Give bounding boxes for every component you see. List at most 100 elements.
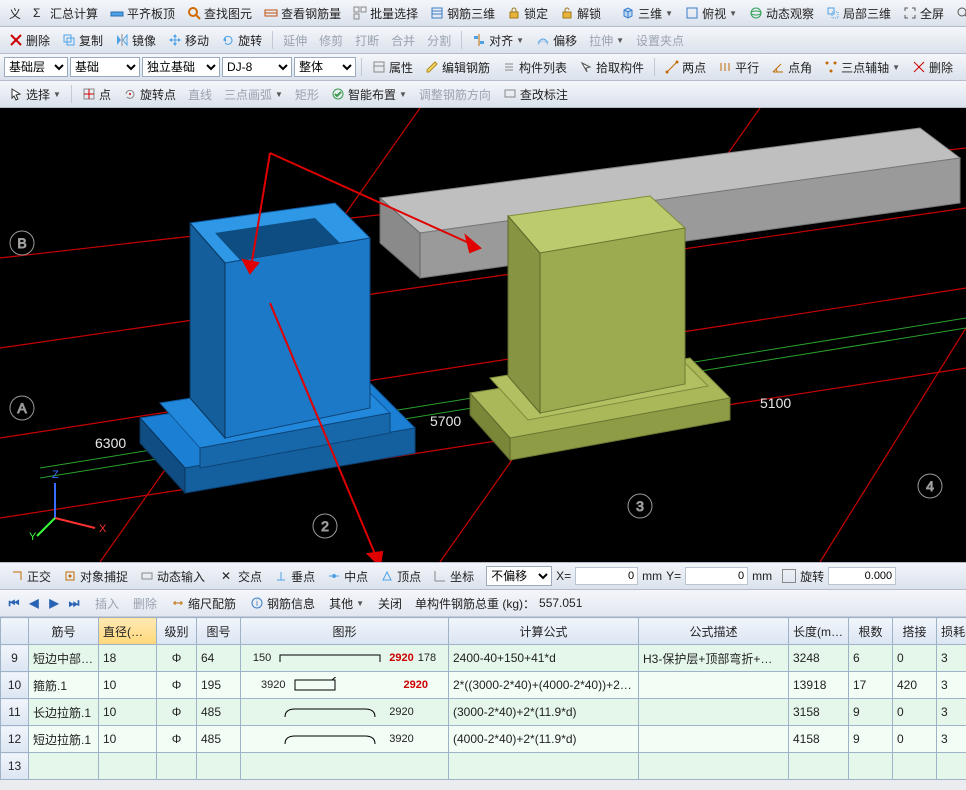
view-annotation-button[interactable]: 查改标注: [498, 84, 573, 105]
cell[interactable]: 3248: [789, 645, 849, 672]
shape-cell[interactable]: 3920: [241, 726, 449, 753]
cell[interactable]: 3: [937, 726, 966, 753]
whole-select[interactable]: 整体: [294, 57, 356, 77]
cell[interactable]: (4000-2*40)+2*(11.9*d): [449, 726, 639, 753]
cell[interactable]: 10: [99, 726, 157, 753]
view-rebar-qty-button[interactable]: 查看钢筋量: [259, 3, 346, 24]
sum-calc-button[interactable]: Σ汇总计算: [28, 3, 103, 24]
cell[interactable]: Φ: [157, 672, 197, 699]
delete-aux-button[interactable]: 删除: [907, 57, 958, 78]
viewport-3d[interactable]: B A 2 3 4 6300 5700 5100 Z X Y: [0, 108, 966, 562]
table-row[interactable]: 11长边拉筋.110Φ4852920(3000-2*40)+2*(11.9*d)…: [1, 699, 966, 726]
cell[interactable]: [197, 753, 241, 780]
col-shape[interactable]: 图形: [241, 618, 449, 645]
parallel-button[interactable]: 平行: [713, 57, 764, 78]
cell[interactable]: 485: [197, 699, 241, 726]
rect-button[interactable]: 矩形: [290, 84, 324, 105]
table-row[interactable]: 12短边拉筋.110Φ4853920(4000-2*40)+2*(11.9*d)…: [1, 726, 966, 753]
cell[interactable]: 2*((3000-2*40)+(4000-2*40))+2*(11.9*d): [449, 672, 639, 699]
nav-last[interactable]: ⏭: [66, 595, 82, 611]
other-button[interactable]: 其他▼: [324, 593, 369, 614]
lock-button[interactable]: 锁定: [502, 3, 553, 24]
fullscreen-button[interactable]: 全屏: [898, 3, 949, 24]
batch-select-button[interactable]: 批量选择: [348, 3, 423, 24]
edit-rebar-button[interactable]: 编辑钢筋: [420, 57, 495, 78]
shape-cell[interactable]: [241, 753, 449, 780]
cell[interactable]: 195: [197, 672, 241, 699]
x-input[interactable]: [575, 567, 638, 585]
cell[interactable]: 18: [99, 645, 157, 672]
local-3d-button[interactable]: 局部三维: [821, 3, 896, 24]
col-lap[interactable]: 搭接: [893, 618, 937, 645]
ortho-toggle[interactable]: 正交: [6, 568, 55, 585]
table-row[interactable]: 9短边中部筋.2.118Φ6415029201782400-40+150+41*…: [1, 645, 966, 672]
flat-slab-button[interactable]: 平齐板顶: [105, 3, 180, 24]
define-button[interactable]: 义: [4, 3, 26, 24]
cell[interactable]: 3158: [789, 699, 849, 726]
cell[interactable]: 64: [197, 645, 241, 672]
cell[interactable]: 13: [1, 753, 29, 780]
cell[interactable]: [893, 753, 937, 780]
align-button[interactable]: 对齐▼: [467, 30, 529, 51]
cell[interactable]: 420: [893, 672, 937, 699]
cell[interactable]: 3: [937, 645, 966, 672]
shape-cell[interactable]: 39202920: [241, 672, 449, 699]
cell[interactable]: 10: [1, 672, 29, 699]
cell[interactable]: 2400-40+150+41*d: [449, 645, 639, 672]
cell[interactable]: Φ: [157, 699, 197, 726]
cell[interactable]: [789, 753, 849, 780]
rotate-button[interactable]: 旋转: [216, 30, 267, 51]
zoom-button[interactable]: 缩: [951, 3, 966, 24]
cell[interactable]: 3: [937, 699, 966, 726]
cell[interactable]: [449, 753, 639, 780]
cell[interactable]: 0: [893, 699, 937, 726]
cell[interactable]: 12: [1, 726, 29, 753]
col-desc[interactable]: 公式描述: [639, 618, 789, 645]
component-list-button[interactable]: 构件列表: [497, 57, 572, 78]
line-button[interactable]: 直线: [183, 84, 217, 105]
shape-cell[interactable]: 1502920178: [241, 645, 449, 672]
delete-row-button[interactable]: 删除: [128, 593, 162, 614]
col-blank[interactable]: [1, 618, 29, 645]
cell[interactable]: 6: [849, 645, 893, 672]
col-figno[interactable]: 图号: [197, 618, 241, 645]
cell[interactable]: [937, 753, 966, 780]
cell[interactable]: [639, 699, 789, 726]
coord-snap[interactable]: 坐标: [429, 568, 478, 585]
vertex-snap[interactable]: 顶点: [376, 568, 425, 585]
copy-button[interactable]: 复制: [57, 30, 108, 51]
col-grade[interactable]: 级别: [157, 618, 197, 645]
cell[interactable]: 短边中部筋.2.1: [29, 645, 99, 672]
cell[interactable]: 9: [849, 726, 893, 753]
split-button[interactable]: 分割: [422, 30, 456, 51]
cell[interactable]: 10: [99, 672, 157, 699]
select-button[interactable]: 选择▼: [4, 84, 66, 105]
subcategory-select[interactable]: 独立基础: [142, 57, 220, 77]
cell[interactable]: [639, 753, 789, 780]
cell[interactable]: 485: [197, 726, 241, 753]
col-count[interactable]: 根数: [849, 618, 893, 645]
floor-select[interactable]: 基础层: [4, 57, 68, 77]
pick-component-button[interactable]: 拾取构件: [574, 57, 649, 78]
close-panel-button[interactable]: 关闭: [373, 593, 407, 614]
cell[interactable]: 长边拉筋.1: [29, 699, 99, 726]
adjust-rebar-dir-button[interactable]: 调整钢筋方向: [414, 84, 496, 105]
cell[interactable]: 9: [849, 699, 893, 726]
cell[interactable]: [639, 726, 789, 753]
cell[interactable]: H3-保护层+顶部弯折+锚固: [639, 645, 789, 672]
nav-first[interactable]: ⏮: [6, 595, 22, 611]
col-length[interactable]: 长度(mm): [789, 618, 849, 645]
angle-button[interactable]: 点角: [766, 57, 817, 78]
trim-button[interactable]: 修剪: [314, 30, 348, 51]
nav-prev[interactable]: ◀: [26, 595, 42, 611]
nav-next[interactable]: ▶: [46, 595, 62, 611]
dynamic-view-button[interactable]: 动态观察: [744, 3, 819, 24]
table-row[interactable]: 13: [1, 753, 966, 780]
cell[interactable]: Φ: [157, 645, 197, 672]
dyn-input-toggle[interactable]: 动态输入: [136, 568, 209, 585]
point-button[interactable]: 点: [77, 84, 116, 105]
col-formula[interactable]: 计算公式: [449, 618, 639, 645]
cell[interactable]: 17: [849, 672, 893, 699]
cell[interactable]: 4158: [789, 726, 849, 753]
cell[interactable]: (3000-2*40)+2*(11.9*d): [449, 699, 639, 726]
